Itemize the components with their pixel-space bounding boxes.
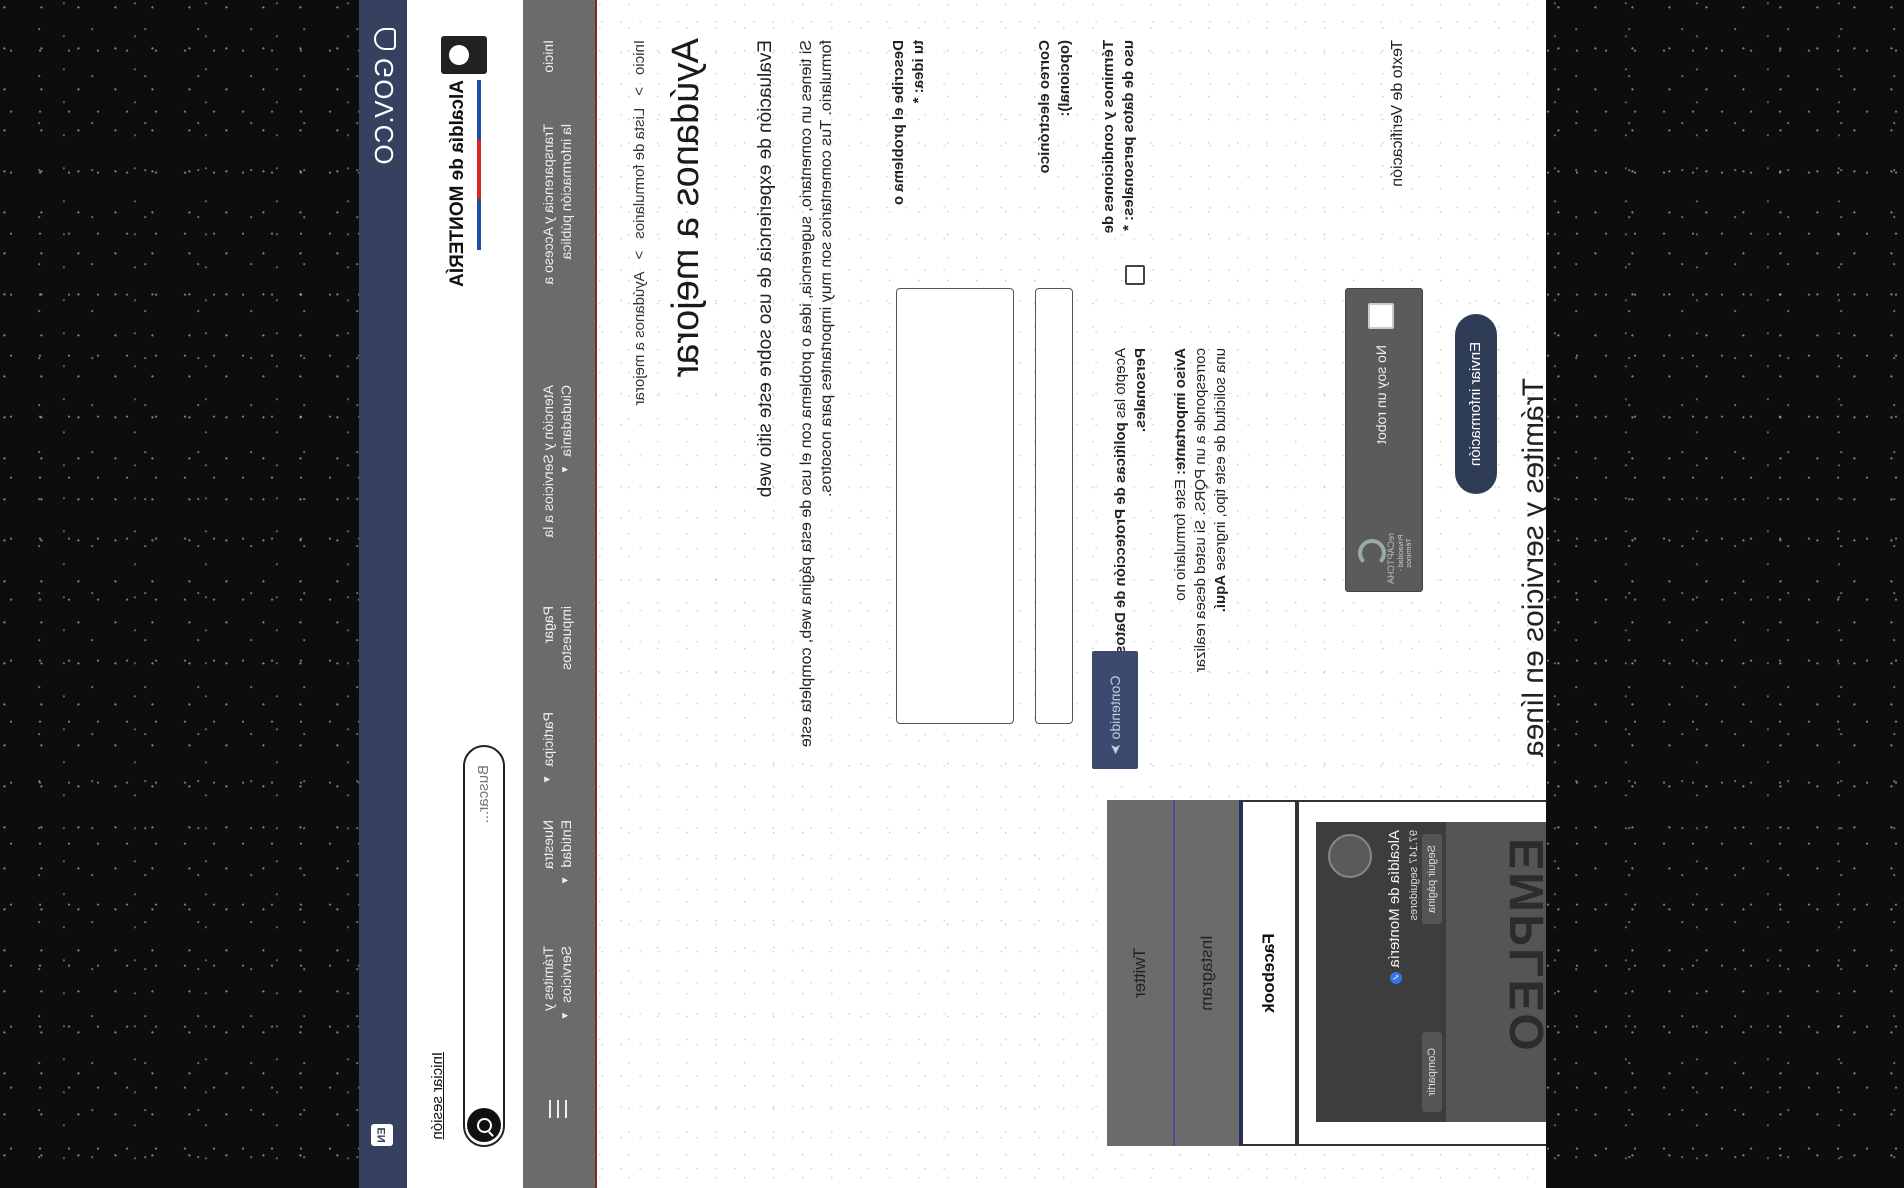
recaptcha-text: No soy un robot	[1373, 345, 1389, 444]
chevron-down-icon: ▼	[560, 464, 571, 475]
email-input[interactable]	[1036, 289, 1074, 727]
gov-shield-icon	[373, 28, 396, 50]
chevron-down-icon: ▼	[560, 875, 571, 886]
nav-item-entidad[interactable]: Nuestra Entidad ▼	[539, 820, 575, 900]
search-icon	[476, 1117, 492, 1133]
breadcrumb-separator: >	[631, 87, 648, 96]
social-tabs: Twitter Instagram Facebook	[1107, 800, 1297, 1146]
nav-item-label: Pagar impuestos	[540, 606, 574, 670]
terms-label: Términos y condiciones de uso de datos p…	[1100, 40, 1137, 234]
site-header: Alcaldía de MONTERÍA Iniciar sesión	[407, 0, 523, 1188]
main-nav: Inicio Transparencia y Acceso a la infor…	[523, 0, 597, 1188]
brand-name: Alcaldía de MONTERÍA	[447, 80, 468, 287]
nav-item-label: Trámites y Servicios	[540, 946, 574, 1011]
chevron-down-icon: ▼	[560, 1010, 571, 1021]
terms-checkbox[interactable]	[1125, 265, 1145, 285]
pqrs-link[interactable]: Aquí.	[1212, 575, 1229, 613]
search-input[interactable]	[474, 763, 493, 1067]
video-headline: EMPLEO ANIMATE Y ANIMATE	[1501, 838, 1546, 1067]
breadcrumb-item-current: Ayúdanos a mejorar	[631, 271, 648, 406]
followers-count: 97.147 seguidores	[1408, 830, 1420, 921]
nav-item-participa[interactable]: Participa ▼	[539, 712, 557, 784]
search-button[interactable]	[467, 1108, 501, 1142]
facebook-post: Alcaldía de Montería✓ 97.147 seguidores …	[1316, 822, 1546, 1122]
recaptcha-icon	[1358, 539, 1386, 567]
facebook-page-name[interactable]: Alcaldía de Montería ✓	[1386, 830, 1403, 984]
recaptcha-logo: reCAPTCHA Privacidad - Términos	[1358, 533, 1413, 585]
breadcrumb-item-inicio[interactable]: Inicio	[631, 40, 648, 75]
tramites-heading: Trámites y servicios en línea	[1517, 378, 1546, 758]
nav-item-label: Atención y Servicios a la Ciudadanía	[540, 385, 574, 538]
page-avatar[interactable]	[1328, 834, 1372, 878]
share-button[interactable]: Compartir	[1422, 1032, 1442, 1112]
language-button[interactable]: EN	[371, 1124, 393, 1146]
login-link[interactable]: Iniciar sesión	[429, 1052, 446, 1140]
tab-facebook[interactable]: Facebook	[1239, 800, 1297, 1146]
recaptcha-checkbox[interactable]	[1368, 303, 1394, 329]
recaptcha-widget: No soy un robot reCAPTCHA Privacidad - T…	[1345, 288, 1423, 592]
nav-item-label: Nuestra Entidad	[540, 820, 574, 870]
accept-text: Acepto las políticas de Protección de Da…	[1111, 348, 1151, 688]
tab-twitter[interactable]: Twitter	[1107, 800, 1173, 1146]
page-title: Ayúdanos a mejorar	[665, 38, 707, 378]
more-content-label: Contenido	[1107, 675, 1123, 740]
breadcrumb-item-lista[interactable]: Lista de formularios	[631, 108, 648, 239]
section-subheading: Evaluación de experiencia de uso sobre e…	[755, 40, 776, 498]
email-field[interactable]	[1035, 288, 1074, 727]
arrow-right-icon: ➤	[1107, 743, 1123, 755]
intro-text: Si tienes un comentario, sugerencia, ide…	[798, 40, 835, 748]
description-field[interactable]	[896, 288, 1017, 727]
notice-text: Aviso importante: Este formulario no cor…	[1171, 348, 1231, 688]
facebook-page-name-text: Alcaldía de Montería	[1386, 830, 1403, 968]
email-label: Correo electrónico (opcional):	[1036, 40, 1073, 174]
chevron-down-icon: ▼	[542, 774, 553, 785]
page-viewport: GOV.CO EN Alcaldía de MONTERÍA Iniciar s…	[359, 0, 1546, 1188]
search-box	[463, 745, 505, 1147]
description-textarea[interactable]	[897, 289, 1017, 727]
nav-item-label: Inicio	[540, 40, 556, 73]
nav-item-inicio[interactable]: Inicio	[539, 40, 557, 73]
submit-button[interactable]: Enviar información	[1455, 314, 1497, 494]
nav-item-label: Participa	[540, 712, 556, 767]
accept-prefix: Acepto las	[1112, 348, 1129, 419]
gov-logo-text: GOV.CO	[369, 58, 399, 166]
facebook-video[interactable]: EMPLEO ANIMATE Y ANIMATE	[1446, 822, 1546, 1122]
menu-icon[interactable]	[549, 1100, 567, 1118]
tower-icon	[441, 36, 487, 74]
verified-icon: ✓	[1390, 971, 1402, 984]
brand-logo[interactable]: Alcaldía de MONTERÍA	[441, 36, 501, 287]
more-content-button[interactable]: Contenido ➤	[1092, 651, 1138, 769]
nav-item-transparencia[interactable]: Transparencia y Acceso a la información …	[539, 124, 575, 299]
recaptcha-brand: reCAPTCHA	[1386, 533, 1396, 585]
tab-instagram[interactable]: Instagram	[1173, 800, 1239, 1146]
gov-logo[interactable]: GOV.CO	[369, 28, 400, 166]
nav-item-tramites[interactable]: Trámites y Servicios▼	[539, 946, 575, 1036]
gov-bar: GOV.CO EN	[359, 0, 407, 1188]
breadcrumb: Inicio > Lista de formularios > Ayúdanos a m…	[631, 40, 648, 405]
brand-stripe	[477, 80, 481, 250]
nav-item-pagar[interactable]: Pagar impuestos	[539, 606, 575, 686]
recaptcha-terms[interactable]: Privacidad - Términos	[1398, 533, 1414, 573]
page-content: GOV.CO EN Alcaldía de MONTERÍA Iniciar s…	[359, 0, 1546, 1188]
description-label: Describe el problema o tu idea: *	[890, 40, 927, 206]
notice-strong: Aviso importante:	[1172, 348, 1189, 475]
nav-item-atencion[interactable]: Atención y Servicios a la Ciudadanía▼	[539, 385, 575, 560]
captcha-label: Texto de Verificación	[1389, 40, 1406, 187]
nav-item-label: Transparencia y Acceso a la información …	[540, 124, 574, 285]
facebook-page-header: Alcaldía de Montería✓ 97.147 seguidores …	[1316, 822, 1446, 1122]
follow-page-button[interactable]: Seguir página	[1422, 834, 1442, 924]
breadcrumb-separator: >	[631, 250, 648, 260]
